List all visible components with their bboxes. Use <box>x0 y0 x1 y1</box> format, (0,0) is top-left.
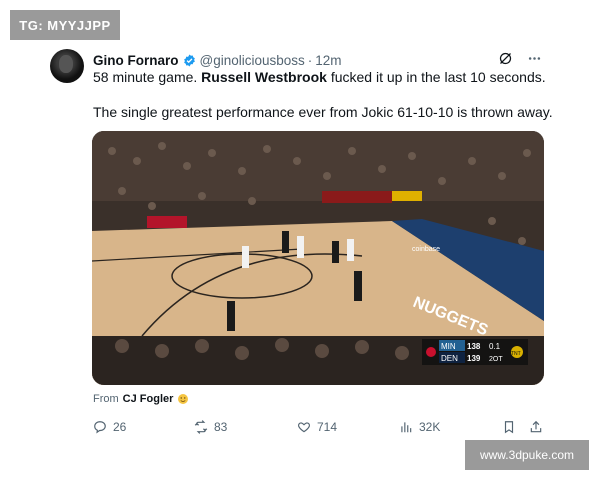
mentioned-player: Russell Westbrook <box>201 69 327 85</box>
tweet-header: Gino Fornaro @ginoliciousboss · 12m <box>93 51 342 69</box>
action-bar: 26 83 714 32K <box>0 420 600 440</box>
emoji-icon <box>178 394 189 404</box>
share-button[interactable] <box>529 420 543 434</box>
share-icon <box>530 420 542 433</box>
like-button[interactable]: 714 <box>297 420 337 434</box>
game-clock: 0.1 <box>489 342 501 351</box>
game-period: 2OT <box>489 356 503 363</box>
views-button[interactable]: 32K <box>399 420 440 434</box>
separator: · <box>307 52 313 68</box>
retweet-button[interactable]: 83 <box>194 420 227 434</box>
quoted-account[interactable]: CJ Fogler <box>123 393 174 405</box>
quote-source: From CJ Fogler <box>93 393 189 405</box>
team2-label: DEN <box>441 354 458 363</box>
bookmark-icon <box>504 421 514 434</box>
sponsor-text: coinbase <box>412 246 440 253</box>
author-name[interactable]: Gino Fornaro <box>93 53 179 68</box>
from-label: From <box>93 393 119 405</box>
tweet-text-line1: 58 minute game. Russell Westbrook fucked… <box>93 69 546 85</box>
watermark-bottom: www.3dpuke.com <box>465 440 589 470</box>
heart-icon <box>297 422 311 433</box>
avatar[interactable] <box>50 49 84 83</box>
views-icon <box>401 422 412 433</box>
like-count: 714 <box>317 420 338 434</box>
team2-score: 139 <box>467 354 481 363</box>
scoreboard: MIN 138 DEN 139 0.1 2OT TNT <box>422 339 528 365</box>
tweet-text-line2: The single greatest performance ever fro… <box>93 104 553 120</box>
verified-badge-icon <box>183 54 195 66</box>
more-options-icon[interactable] <box>527 51 542 66</box>
reply-icon <box>94 421 106 434</box>
author-handle[interactable]: @ginoliciousboss <box>200 53 305 68</box>
grok-icon[interactable] <box>498 51 513 66</box>
retweet-count: 83 <box>214 420 228 434</box>
retweet-icon <box>194 420 208 434</box>
team1-score: 138 <box>467 342 481 351</box>
network-logo: TNT <box>511 351 521 357</box>
timestamp[interactable]: 12m <box>315 53 341 68</box>
bookmark-button[interactable] <box>502 420 516 434</box>
views-count: 32K <box>419 420 441 434</box>
reply-count: 26 <box>113 420 127 434</box>
video-media[interactable]: coinbase NUGGETS MIN 138 DEN 139 0.1 2OT… <box>92 131 544 385</box>
watermark-top: TG: MYYJJPP <box>10 10 120 40</box>
team1-label: MIN <box>441 342 456 351</box>
reply-button[interactable]: 26 <box>93 420 126 434</box>
